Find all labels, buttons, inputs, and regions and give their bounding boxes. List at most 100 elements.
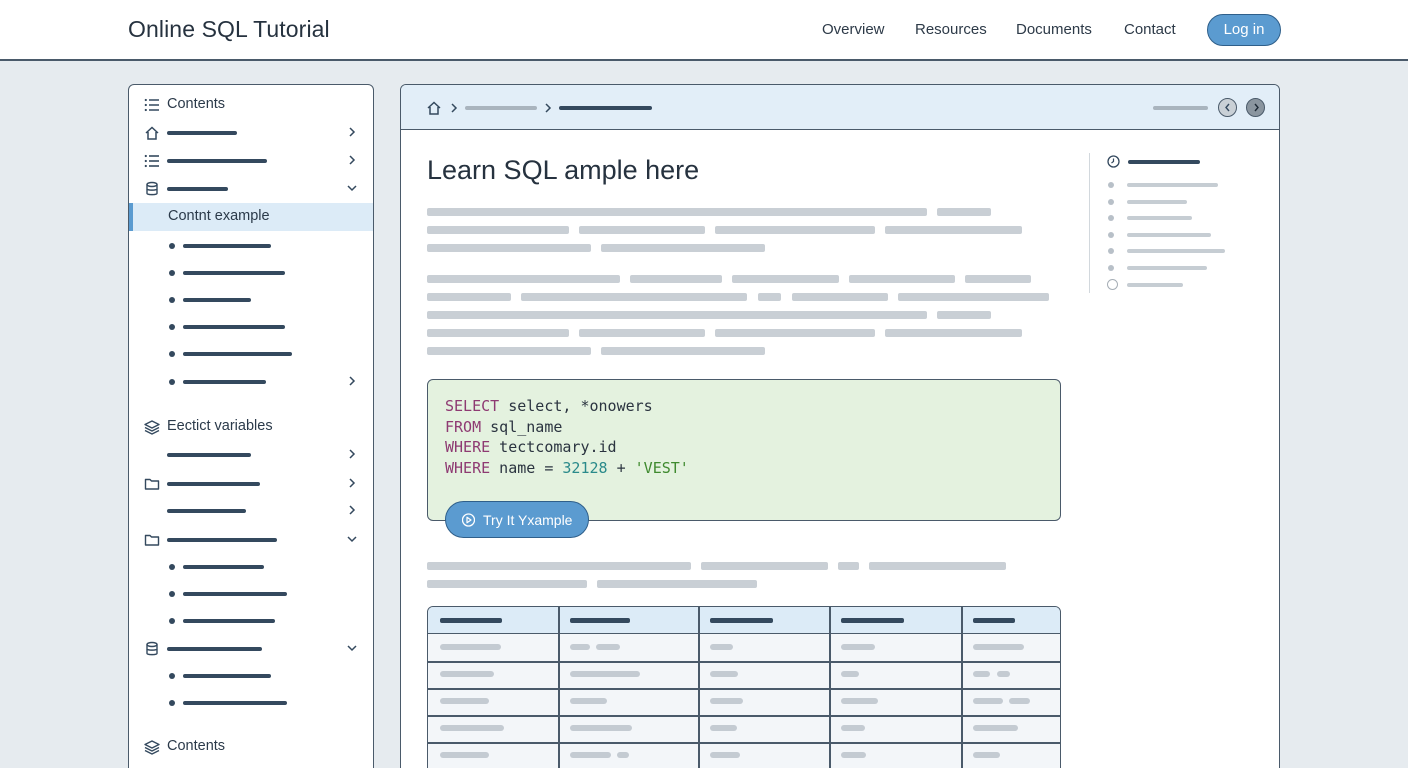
sidebar-item-home[interactable] <box>129 119 373 147</box>
breadcrumb <box>401 85 1279 130</box>
chevron-right-icon <box>451 103 458 113</box>
chevron-right-icon <box>545 103 552 113</box>
page-title: Learn SQL ample here <box>427 155 700 185</box>
chevron-right-icon <box>1254 103 1259 112</box>
sidebar-item-folder[interactable] <box>129 526 373 554</box>
chevron-down-icon[interactable] <box>345 181 359 195</box>
main-nav: Overview Resources Documents Contact <box>0 21 1408 41</box>
outline-item[interactable] <box>1127 233 1211 237</box>
chevron-right-icon[interactable] <box>345 476 359 490</box>
outline-marker <box>1107 279 1118 290</box>
nav-resources[interactable]: Resources <box>915 21 987 38</box>
layers-icon <box>144 420 160 435</box>
sidebar-item-database[interactable] <box>129 175 373 203</box>
home-icon[interactable] <box>426 100 442 116</box>
next-page-button[interactable] <box>1246 98 1265 117</box>
sidebar-item-placeholder <box>183 325 285 329</box>
sidebar-item[interactable] <box>129 497 373 525</box>
sidebar-item-list[interactable] <box>129 147 373 175</box>
table-header-cell[interactable] <box>973 618 1015 623</box>
try-it-label: Try It Yxample <box>483 512 573 528</box>
chevron-right-icon[interactable] <box>345 125 359 139</box>
sidebar-item-placeholder <box>167 453 251 457</box>
list-item[interactable] <box>129 607 373 635</box>
top-navbar: Online SQL Tutorial Overview Resources D… <box>0 0 1408 61</box>
page-outline <box>1089 153 1269 293</box>
main-content: Learn SQL ample here SELECT select, *ono… <box>400 84 1280 768</box>
table-header-cell[interactable] <box>570 618 630 623</box>
folder-icon <box>144 478 160 490</box>
sidebar-item-placeholder <box>167 538 277 542</box>
chevron-right-icon[interactable] <box>345 153 359 167</box>
sidebar-item-folder[interactable] <box>129 470 373 498</box>
bullet-dot <box>169 243 175 249</box>
list-item[interactable] <box>129 580 373 608</box>
data-table <box>427 606 1061 768</box>
bullet-dot <box>169 379 175 385</box>
breadcrumb-current <box>559 106 652 110</box>
bullet-dot <box>169 351 175 357</box>
list-item[interactable] <box>129 689 373 717</box>
list-item[interactable] <box>129 313 373 341</box>
sidebar-item-placeholder <box>183 298 251 302</box>
bullet-dot <box>169 297 175 303</box>
chevron-down-icon[interactable] <box>345 532 359 546</box>
sidebar-item-placeholder <box>183 701 287 705</box>
breadcrumb-item[interactable] <box>465 106 537 110</box>
bullet-dot <box>169 324 175 330</box>
nav-documents[interactable]: Documents <box>1016 21 1092 38</box>
table-header-cell[interactable] <box>710 618 773 623</box>
sidebar-item-placeholder <box>167 647 262 651</box>
chevron-right-icon[interactable] <box>345 447 359 461</box>
sidebar-section-label: Contents <box>167 738 226 754</box>
database-icon <box>146 641 158 656</box>
sidebar-item[interactable] <box>129 441 373 469</box>
outline-item[interactable] <box>1127 283 1183 287</box>
bullet-dot <box>169 270 175 276</box>
clock-icon <box>1107 155 1120 168</box>
code-block: SELECT select, *onowers FROM sql_name WH… <box>427 379 1061 521</box>
sidebar-item-placeholder <box>183 352 292 356</box>
list-item[interactable] <box>129 368 373 396</box>
sidebar-item-placeholder <box>183 565 264 569</box>
list-item[interactable] <box>129 232 373 260</box>
layers-icon <box>144 740 160 755</box>
chevron-right-icon[interactable] <box>345 374 359 388</box>
outline-item[interactable] <box>1127 266 1207 270</box>
sidebar-section-contents[interactable]: Contents <box>129 91 373 119</box>
prev-page-button[interactable] <box>1218 98 1237 117</box>
list-item[interactable] <box>129 259 373 287</box>
sidebar-item-database[interactable] <box>129 635 373 663</box>
login-button[interactable]: Log in <box>1207 14 1281 46</box>
page-indicator <box>1153 106 1208 110</box>
sidebar-item-placeholder <box>183 619 275 623</box>
home-icon <box>145 126 159 140</box>
sidebar-section-contents[interactable]: Contents <box>129 733 373 761</box>
list-item[interactable] <box>129 553 373 581</box>
chevron-down-icon[interactable] <box>345 641 359 655</box>
table-header-cell[interactable] <box>841 618 904 623</box>
list-item[interactable] <box>129 286 373 314</box>
nav-contact[interactable]: Contact <box>1124 21 1176 38</box>
code-text: SELECT select, *onowers FROM sql_name WH… <box>445 397 689 477</box>
sidebar-item-active[interactable]: Contnt example <box>129 203 373 231</box>
outline-item[interactable] <box>1127 216 1192 220</box>
sidebar-item-placeholder <box>183 674 271 678</box>
play-icon <box>462 513 475 527</box>
table-header-cell[interactable] <box>440 618 502 623</box>
sidebar-item-placeholder <box>183 271 285 275</box>
try-it-button[interactable]: Try It Yxample <box>445 501 589 538</box>
outline-item[interactable] <box>1127 200 1187 204</box>
sidebar-item-placeholder <box>183 244 271 248</box>
list-item[interactable] <box>129 340 373 368</box>
sidebar-section-variables[interactable]: Eectict variables <box>129 413 373 441</box>
outline-item[interactable] <box>1127 249 1225 253</box>
outline-item[interactable] <box>1127 183 1218 187</box>
list-item[interactable] <box>129 662 373 690</box>
chevron-right-icon[interactable] <box>345 503 359 517</box>
nav-overview[interactable]: Overview <box>822 21 885 38</box>
sidebar: Contents Contnt example Eectict variable… <box>128 84 374 768</box>
sidebar-item-placeholder <box>167 131 237 135</box>
sidebar-section-label: Eectict variables <box>167 418 273 434</box>
sidebar-item-placeholder <box>167 482 260 486</box>
